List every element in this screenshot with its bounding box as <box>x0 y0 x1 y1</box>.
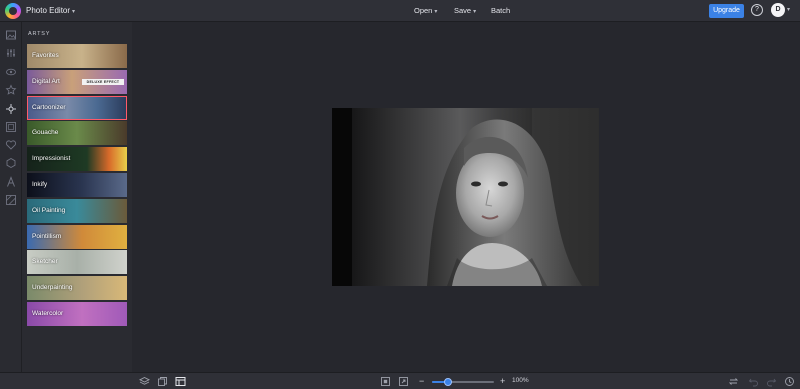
save-menu[interactable]: Save ▾ <box>454 6 476 15</box>
heart-icon[interactable] <box>5 139 17 151</box>
batch-menu[interactable]: Batch <box>491 6 510 15</box>
effects-panel: ARTSY Favorites Digital Art DELUXE EFFECT C… <box>22 22 132 372</box>
zoom-value: 100% <box>512 377 529 384</box>
befunky-logo-icon[interactable] <box>5 3 21 19</box>
effect-tile-label: Cartoonizer <box>32 103 66 111</box>
zoom-slider[interactable] <box>432 378 494 386</box>
avatar[interactable]: D <box>771 3 785 17</box>
expand-icon[interactable] <box>398 376 409 387</box>
effect-tile[interactable]: Gouache <box>27 121 127 146</box>
undo-icon[interactable] <box>748 376 759 387</box>
layers-icon[interactable] <box>138 376 151 387</box>
effect-tile-label: Sketcher <box>32 258 58 266</box>
effect-tile-label: Gouache <box>32 129 59 137</box>
effect-tile-label: Oil Painting <box>32 206 66 214</box>
copy-icon[interactable] <box>157 376 168 387</box>
help-icon[interactable]: ? <box>751 4 763 16</box>
tool-rail <box>0 22 22 372</box>
zoom-slider-thumb[interactable] <box>443 378 452 386</box>
chevron-down-icon: ▾ <box>473 9 477 15</box>
chevron-down-icon: ▾ <box>72 9 76 15</box>
canvas-area[interactable] <box>133 22 800 372</box>
redo-icon[interactable] <box>766 376 777 387</box>
effect-tile[interactable]: Digital Art DELUXE EFFECT <box>27 69 127 94</box>
eye-icon[interactable] <box>5 66 17 78</box>
paint-icon[interactable] <box>5 103 17 115</box>
effect-tile[interactable]: Watercolor <box>27 302 127 326</box>
compare-icon[interactable] <box>728 376 739 387</box>
open-menu[interactable]: Open ▾ <box>414 6 437 15</box>
fit-screen-icon[interactable] <box>380 376 391 387</box>
star-icon[interactable] <box>5 84 17 96</box>
effect-tile-label: Inkify <box>32 181 48 188</box>
effect-tile[interactable]: Oil Painting <box>27 198 127 223</box>
bottom-bar: − + 100% <box>0 372 800 389</box>
chevron-down-icon: ▾ <box>434 9 438 15</box>
hexagon-icon[interactable] <box>5 157 17 169</box>
effect-tile-label: Digital Art <box>32 77 60 85</box>
effect-tile[interactable]: Favorites <box>27 44 127 68</box>
zoom-in-button[interactable]: + <box>500 376 505 387</box>
effect-tile[interactable]: Inkify <box>27 173 127 197</box>
effect-tile[interactable]: Underpainting <box>27 276 127 301</box>
app-title: Photo Editor <box>26 6 71 15</box>
open-menu-label: Open <box>414 6 433 15</box>
effect-tile-label: Pointillism <box>32 232 62 240</box>
texture-icon[interactable] <box>5 194 17 206</box>
history-icon[interactable] <box>784 376 795 387</box>
deluxe-badge: DELUXE EFFECT <box>82 78 124 85</box>
effect-tile[interactable]: Cartoonizer <box>27 95 127 120</box>
zoom-out-button[interactable]: − <box>419 376 424 387</box>
effect-tile[interactable]: Impressionist <box>27 147 127 172</box>
effect-tile-label: Watercolor <box>32 310 64 317</box>
section-label: ARTSY <box>28 31 51 37</box>
effect-tile-label: Underpainting <box>32 284 73 292</box>
top-bar: Photo Editor ▾ Open ▾ Save ▾ Batch Upgrade … <box>0 0 800 22</box>
layout-icon[interactable] <box>175 376 186 387</box>
photo-editor-app: Photo Editor ▾ Open ▾ Save ▾ Batch Upgrade … <box>0 0 800 389</box>
sliders-icon[interactable] <box>5 47 17 59</box>
text-icon[interactable] <box>5 176 17 188</box>
effect-tile[interactable]: Sketcher <box>27 250 127 275</box>
app-title-menu[interactable]: Photo Editor ▾ <box>26 6 75 15</box>
effect-tile-label: Favorites <box>32 52 59 59</box>
batch-menu-label: Batch <box>491 6 511 15</box>
image-icon[interactable] <box>5 29 17 41</box>
photo-canvas[interactable] <box>332 108 599 286</box>
chevron-down-icon[interactable]: ▾ <box>787 6 790 13</box>
frame-icon[interactable] <box>5 121 17 133</box>
effect-tile-label: Impressionist <box>32 155 71 163</box>
save-menu-label: Save <box>454 6 472 15</box>
upgrade-button[interactable]: Upgrade <box>709 4 744 18</box>
effect-tile[interactable]: Pointillism <box>27 224 127 249</box>
